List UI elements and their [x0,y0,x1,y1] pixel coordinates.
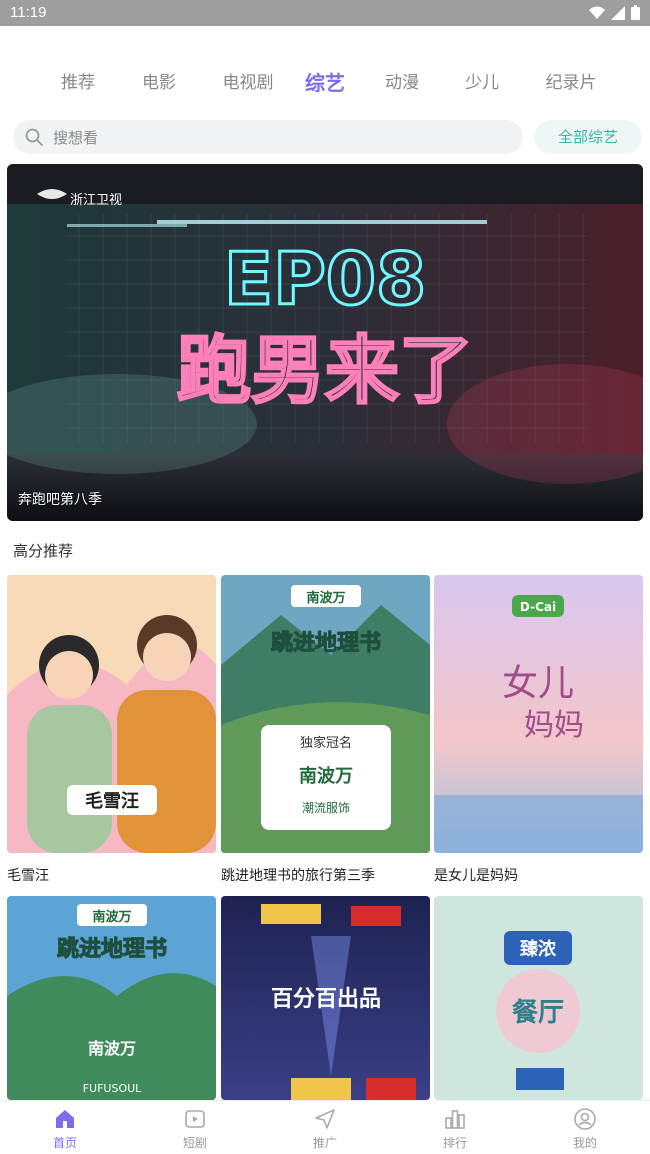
banner-image: 浙江卫视 EP08 跑男来了 [7,164,643,521]
svg-text:南波万: 南波万 [306,590,345,606]
wifi-icon [589,6,605,19]
signal-icon [611,5,625,20]
nav-short-drama-label: 短剧 [182,1136,207,1150]
svg-text:臻浓: 臻浓 [520,938,557,960]
svg-text:南波万: 南波万 [88,1039,136,1058]
tab-recommend[interactable]: 推荐 [61,68,95,98]
show-poster: 毛雪汪 [7,575,216,853]
nav-promote[interactable]: 推广 [285,1107,365,1151]
nav-mine-label: 我的 [572,1136,597,1150]
svg-text:独家冠名: 独家冠名 [300,735,352,751]
svg-text:餐厅: 餐厅 [512,998,564,1028]
banner-headline-top: EP08 [224,237,426,321]
svg-text:南波万: 南波万 [299,765,353,787]
status-icons [589,5,640,20]
status-time: 11:19 [10,4,47,21]
channel-logo: 浙江卫视 [70,193,122,208]
category-tabs: 推荐 电影 电视剧 综艺 动漫 少儿 纪录片 [0,68,650,100]
search-placeholder: 搜想看 [53,129,99,147]
nav-ranking[interactable]: 排行 [415,1107,495,1151]
show-card[interactable]: D-Cai 女儿 妈妈 是女儿是妈妈 [434,575,643,885]
nav-home-label: 首页 [52,1136,77,1150]
featured-banner[interactable]: 浙江卫视 EP08 跑男来了 奔跑吧第八季 [7,164,643,521]
show-title: 是女儿是妈妈 [434,868,518,884]
nav-mine[interactable]: 我的 [545,1107,625,1151]
nav-home[interactable]: 首页 [25,1107,105,1151]
nav-short-drama[interactable]: 短剧 [155,1107,235,1151]
section-title: 高分推荐 [13,542,74,560]
nav-ranking-label: 排行 [442,1136,467,1150]
bottom-navigation: 首页 短剧 推广 排行 我的 [0,1100,650,1154]
svg-text:毛雪汪: 毛雪汪 [85,790,139,812]
show-card[interactable]: 毛雪汪 毛雪汪 [7,575,216,885]
battery-icon [631,5,640,20]
svg-text:妈妈: 妈妈 [524,708,584,743]
play-icon [185,1110,205,1128]
banner-headline-bottom: 跑男来了 [177,328,473,414]
tab-variety[interactable]: 综艺 [305,68,345,98]
search-icon [25,128,43,146]
show-poster: 百分百出品 [221,896,430,1100]
tab-anime[interactable]: 动漫 [385,68,419,98]
send-icon [315,1109,335,1129]
svg-text:跳进地理书: 跳进地理书 [57,936,167,962]
show-card[interactable]: 南波万 跳进地理书 独家冠名 南波万 潮流服饰 跳进地理书的旅行第三季 [221,575,430,885]
svg-text:FUFUSOUL: FUFUSOUL [83,1082,142,1095]
banner-caption: 奔跑吧第八季 [18,492,102,508]
show-poster: 南波万 跳进地理书 独家冠名 南波万 潮流服饰 [221,575,430,853]
show-card[interactable]: 百分百出品 [221,896,430,1100]
user-icon [574,1108,596,1130]
tab-movie[interactable]: 电影 [142,68,176,98]
show-card[interactable]: 臻浓 餐厅 [434,896,643,1100]
svg-text:潮流服饰: 潮流服饰 [302,800,350,815]
show-poster: 臻浓 餐厅 [434,896,643,1100]
show-poster: D-Cai 女儿 妈妈 [434,575,643,853]
all-variety-button[interactable]: 全部综艺 [534,120,642,154]
show-title: 毛雪汪 [7,868,49,884]
svg-text:D-Cai: D-Cai [520,600,556,614]
status-bar: 11:19 [0,0,650,26]
chart-icon [445,1110,465,1129]
search-input[interactable]: 搜想看 [13,120,523,154]
home-icon [56,1110,74,1128]
tab-documentary[interactable]: 纪录片 [546,68,597,98]
svg-text:南波万: 南波万 [92,909,131,925]
tab-kids[interactable]: 少儿 [465,68,499,98]
svg-text:跳进地理书: 跳进地理书 [271,630,381,656]
tab-tv-series[interactable]: 电视剧 [223,68,274,98]
show-poster: 南波万 跳进地理书 南波万 FUFUSOUL [7,896,216,1100]
show-card[interactable]: 南波万 跳进地理书 南波万 FUFUSOUL [7,896,216,1100]
nav-promote-label: 推广 [312,1136,337,1150]
svg-text:百分百出品: 百分百出品 [271,987,381,1012]
svg-text:女儿: 女儿 [502,663,574,704]
show-title: 跳进地理书的旅行第三季 [221,868,375,884]
